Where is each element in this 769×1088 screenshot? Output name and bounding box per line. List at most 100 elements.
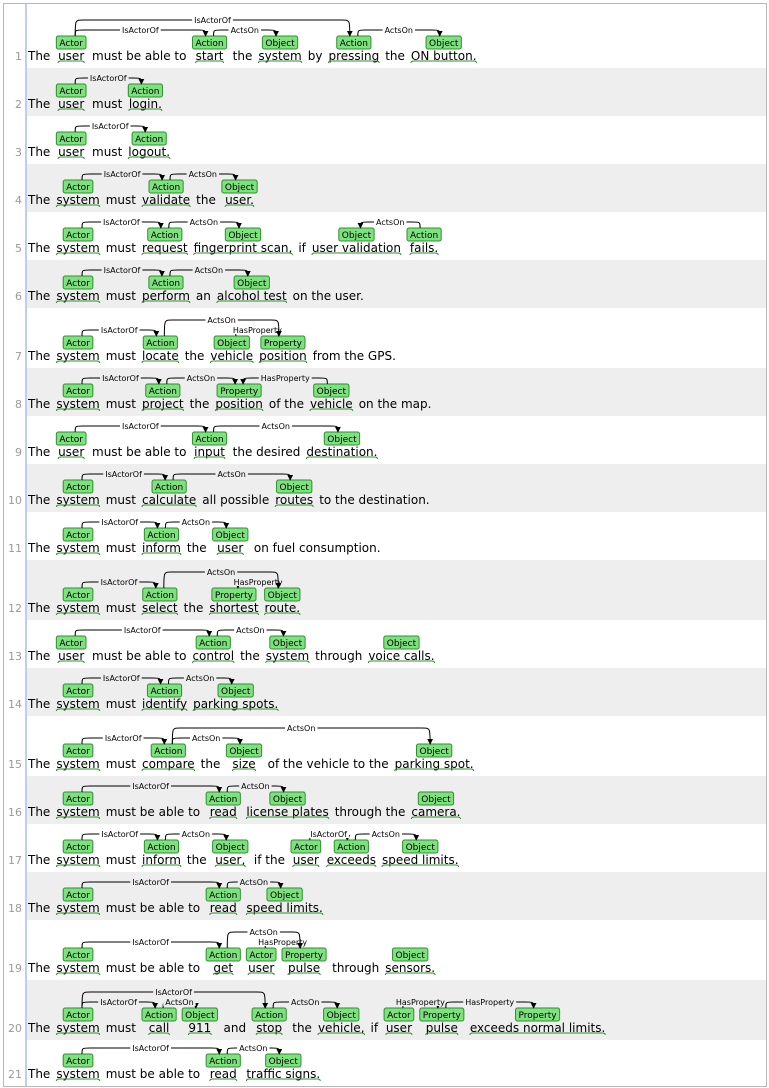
relation-arc-hasproperty[interactable]: HasProperty (231, 577, 285, 589)
arc-label: ActsOn (291, 998, 319, 1007)
sentence-word[interactable]: on the map. (359, 397, 432, 411)
span-type-label: Action (199, 639, 227, 649)
sentence-word[interactable]: from the GPS. (313, 349, 396, 363)
sentence-word[interactable]: The (27, 697, 50, 711)
sentence-word[interactable]: The (27, 349, 50, 363)
span-type-label: Action (145, 1011, 173, 1021)
sentence-word[interactable]: of the vehicle to the (268, 757, 389, 771)
sentence-word[interactable]: must (106, 289, 137, 303)
relation-arc-hasproperty[interactable]: HasProperty (393, 997, 447, 1009)
sentence-word[interactable]: must be able to (106, 961, 200, 975)
span-type-label: Action (146, 339, 174, 349)
sentence-word[interactable]: The (27, 757, 50, 771)
arc-label: IsActorOf (101, 578, 138, 587)
sentence-word[interactable]: if (298, 241, 306, 255)
sentence-word[interactable]: must be able to (106, 901, 200, 915)
sentence-word[interactable]: the (187, 541, 207, 555)
relation-arc-actson[interactable]: ActsOn (162, 997, 199, 1009)
sentence-word[interactable]: The (27, 649, 50, 663)
sentence-word[interactable]: on the user. (293, 289, 364, 303)
span-type-label: Action (209, 795, 237, 805)
sentence-word[interactable]: The (27, 805, 50, 819)
sentence-word[interactable]: must (106, 757, 137, 771)
arc-label: IsActorOf (101, 518, 138, 527)
span-type-label: Property (215, 591, 254, 601)
sentence-word[interactable]: The (27, 901, 50, 915)
sentence-word[interactable]: all possible (202, 493, 269, 507)
relation-arc-hasproperty[interactable]: HasProperty (230, 325, 284, 337)
span-type-label: Actor (59, 639, 83, 649)
sentence-word[interactable]: the (292, 1021, 312, 1035)
sentence-word[interactable]: the (196, 193, 216, 207)
sentence-word[interactable]: must (106, 601, 137, 615)
sentence-word[interactable]: the (385, 49, 405, 63)
sentence-word[interactable]: through (315, 649, 362, 663)
sentence-word[interactable]: must (92, 97, 123, 111)
sentence-word[interactable]: must (92, 145, 123, 159)
annotation-canvas: 1 The user must be able to start the system by p… (8, 4, 766, 1086)
sentence-word[interactable]: by (308, 49, 323, 63)
sentence-word[interactable]: The (27, 1021, 50, 1035)
line-number: 20 (8, 1022, 22, 1035)
sentence-word[interactable]: The (27, 601, 50, 615)
span-type-label: Actor (66, 891, 90, 901)
sentence-word[interactable]: must (106, 193, 137, 207)
sentence-word[interactable]: must (106, 241, 137, 255)
sentence-word[interactable]: must (106, 541, 137, 555)
sentence-word[interactable]: the (240, 649, 260, 663)
sentence-word[interactable]: The (27, 493, 50, 507)
sentence-word[interactable]: The (27, 853, 50, 867)
relation-arc-isactorof[interactable]: IsActorOf (308, 829, 351, 841)
sentence-word[interactable]: The (27, 541, 50, 555)
sentence-word[interactable]: the (190, 397, 210, 411)
sentence-word[interactable]: The (27, 445, 50, 459)
sentence-word[interactable]: must be able to (106, 1067, 200, 1081)
sentence-word[interactable]: the (233, 49, 253, 63)
span-type-label: Object (225, 183, 255, 193)
sentence-word[interactable]: the (185, 349, 205, 363)
sentence-word[interactable]: must (106, 397, 137, 411)
sentence-word[interactable]: the (187, 853, 207, 867)
sentence-word[interactable]: must (106, 697, 137, 711)
sentence-word[interactable]: must be able to (92, 445, 186, 459)
sentence-word[interactable]: must (106, 349, 137, 363)
sentence-word[interactable]: The (27, 289, 50, 303)
sentence-word[interactable]: an (196, 289, 211, 303)
sentence-word[interactable]: the desired (233, 445, 301, 459)
sentence-word[interactable]: if the (254, 853, 285, 867)
sentence-word[interactable]: The (27, 961, 50, 975)
sentence-word[interactable]: must be able to (92, 49, 186, 63)
sentence-word[interactable]: The (27, 193, 50, 207)
sentence-word[interactable]: through the (335, 805, 406, 819)
sentence-word[interactable]: must (106, 853, 137, 867)
sentence-row: 13 The user must be able to control the system… (8, 620, 766, 668)
sentence-word[interactable]: must (106, 1021, 137, 1035)
sentence-word[interactable]: must be able to (106, 805, 200, 819)
sentence-word[interactable]: of the (269, 397, 304, 411)
sentence-word[interactable]: The (27, 397, 50, 411)
sentence-word[interactable]: The (27, 145, 50, 159)
sentence-word[interactable]: the (184, 601, 204, 615)
arc-label: ActsOn (262, 422, 290, 431)
relation-arc-hasproperty[interactable]: HasProperty (256, 937, 310, 949)
span-type-label: Object (216, 531, 246, 541)
sentence-row: 20 The system must call 911 and stop the vehicle,… (8, 980, 766, 1040)
sentence-word[interactable]: The (27, 49, 50, 63)
sentence-word[interactable]: to the destination. (319, 493, 429, 507)
span-type-label: Action (147, 531, 175, 541)
sentence-word[interactable]: must be able to (92, 649, 186, 663)
sentence-word[interactable]: The (27, 1067, 50, 1081)
arc-label: IsActorOf (132, 878, 169, 887)
sentence-word[interactable]: if (371, 1021, 379, 1035)
span-type-label: Actor (66, 231, 90, 241)
annotation-viewer: 1 The user must be able to start the system by p… (3, 3, 767, 1087)
sentence-word[interactable]: through (332, 961, 379, 975)
sentence-word[interactable]: on fuel consumption. (254, 541, 381, 555)
sentence-word[interactable]: The (27, 97, 50, 111)
sentence-word[interactable]: must (106, 493, 137, 507)
span-type-label: Object (327, 435, 357, 445)
sentence-word[interactable]: and (223, 1021, 246, 1035)
sentence-word[interactable]: the (201, 757, 221, 771)
sentence-word[interactable]: The (27, 241, 50, 255)
span-type-label: Actor (249, 951, 273, 961)
